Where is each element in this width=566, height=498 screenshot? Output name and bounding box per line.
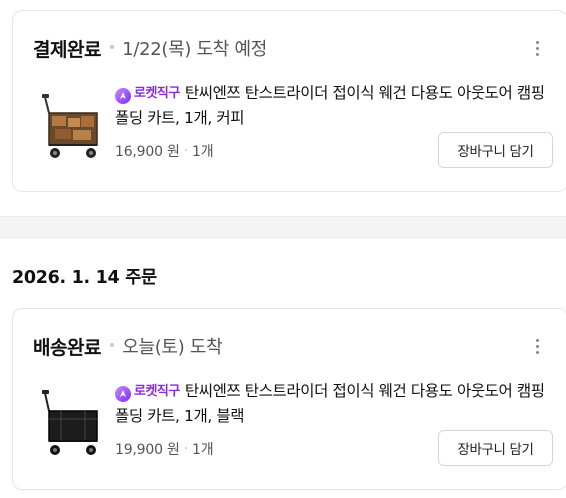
product-title-block[interactable]: 로켓직구 탄씨엔쯔 탄스트라이더 접이식 웨건 다용도 아웃도어 캠핑 폴딩 카…	[115, 379, 545, 429]
product-quantity: 1개	[191, 144, 214, 160]
add-to-cart-button[interactable]: 장바구니 담기	[438, 132, 553, 168]
separator-dot: ·	[183, 143, 188, 159]
badge-label: 로켓직구	[134, 86, 180, 101]
product-title-block[interactable]: 로켓직구 탄씨엔쯔 탄스트라이더 접이식 웨건 다용도 아웃도어 캠핑 폴딩 카…	[115, 81, 545, 131]
order-card: 배송완료 • 오늘(토) 도착 로켓직구 탄씨엔쯔 탄스트라이더 접이식 웨건 …	[12, 308, 566, 490]
order-card-header: 결제완료 • 1/22(목) 도착 예정	[33, 33, 547, 63]
add-to-cart-button[interactable]: 장바구니 담기	[438, 430, 553, 466]
separator-dot: •	[107, 338, 117, 354]
more-options-icon[interactable]	[527, 335, 547, 357]
order-status: 배송완료	[33, 336, 101, 359]
product-price: 16,900 원	[115, 144, 180, 160]
product-quantity: 1개	[191, 442, 214, 458]
order-card-header: 배송완료 • 오늘(토) 도착	[33, 331, 547, 361]
price-row: 16,900 원 · 1개	[115, 141, 214, 161]
rocket-direct-badge: 로켓직구	[115, 379, 180, 404]
product-thumbnail[interactable]	[35, 385, 105, 467]
section-divider	[0, 216, 566, 238]
rocket-direct-badge: 로켓직구	[115, 81, 180, 106]
product-price: 19,900 원	[115, 442, 180, 458]
order-status: 결제완료	[33, 38, 101, 61]
price-row: 19,900 원 · 1개	[115, 439, 214, 459]
badge-label: 로켓직구	[134, 384, 180, 399]
delivery-eta: 오늘(토) 도착	[122, 337, 223, 358]
rocket-direct-icon	[115, 385, 131, 402]
delivery-eta: 1/22(목) 도착 예정	[122, 39, 267, 60]
product-thumbnail[interactable]	[35, 87, 105, 169]
order-history-page: 결제완료 • 1/22(목) 도착 예정 로켓직구 탄씨엔쯔 탄스트라이더 접이…	[0, 0, 566, 498]
separator-dot: •	[107, 40, 117, 56]
more-options-icon[interactable]	[527, 37, 547, 59]
separator-dot: ·	[183, 441, 188, 457]
order-group-date: 2026. 1. 14 주문	[12, 268, 157, 288]
order-card: 결제완료 • 1/22(목) 도착 예정 로켓직구 탄씨엔쯔 탄스트라이더 접이…	[12, 10, 566, 192]
rocket-direct-icon	[115, 87, 131, 104]
